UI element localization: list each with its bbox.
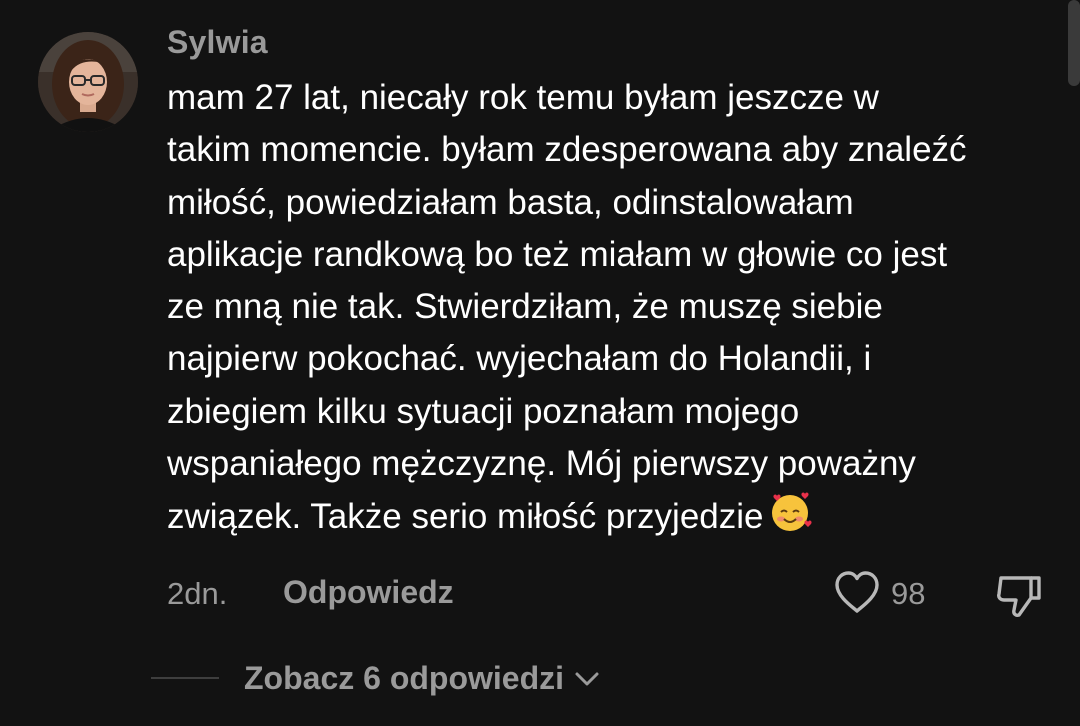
reply-button[interactable]: Odpowiedz [283, 574, 454, 611]
heart-icon [835, 571, 879, 613]
comment-username[interactable]: Sylwia [167, 24, 268, 61]
comment-text-line: miłość, powiedziałam basta, odinstalował… [167, 182, 854, 222]
chevron-down-icon [574, 658, 600, 695]
thumbs-down-icon [997, 576, 1041, 617]
replies-divider [151, 677, 219, 679]
comment: Sylwia mam 27 lat, niecały rok temu była… [0, 0, 1080, 726]
like-button[interactable] [832, 568, 882, 618]
comment-text-line: najpierw pokochać. wyjechałam do Holandi… [167, 339, 872, 379]
comment-text-line: wspaniałego mężczyznę. Mój pierwszy powa… [167, 444, 916, 484]
comment-actions: 2dn. Odpowiedz 98 [0, 566, 1080, 622]
comment-text-line: ze mną nie tak. Stwierdziłam, że muszę s… [167, 287, 883, 327]
comment-timestamp: 2dn. [167, 576, 228, 611]
dislike-button[interactable] [993, 568, 1047, 622]
comment-text-line: mam 27 lat, niecały rok temu byłam jeszc… [167, 78, 879, 117]
avatar[interactable] [38, 32, 138, 132]
view-replies-button[interactable]: Zobacz 6 odpowiedzi [244, 658, 600, 697]
view-replies-label: Zobacz 6 odpowiedzi [244, 660, 565, 696]
comment-text: mam 27 lat, niecały rok temu byłam jeszc… [167, 72, 1047, 550]
comment-text-line-last: związek. Także serio miłość przyjedzie [167, 490, 1047, 549]
smiling-face-with-hearts-icon [768, 490, 812, 549]
replies-row: Zobacz 6 odpowiedzi [0, 652, 1080, 708]
scrollbar[interactable] [1068, 0, 1080, 86]
like-count: 98 [891, 576, 926, 611]
comment-text-line: związek. Także serio miłość przyjedzie [167, 497, 764, 537]
avatar-image [38, 32, 138, 132]
comment-text-line: takim momencie. byłam zdesperowana aby z… [167, 130, 967, 170]
comment-text-line: aplikacje randkową bo też miałam w głowi… [167, 234, 948, 274]
comment-text-line: zbiegiem kilku sytuacji poznałam mojego [167, 391, 800, 431]
